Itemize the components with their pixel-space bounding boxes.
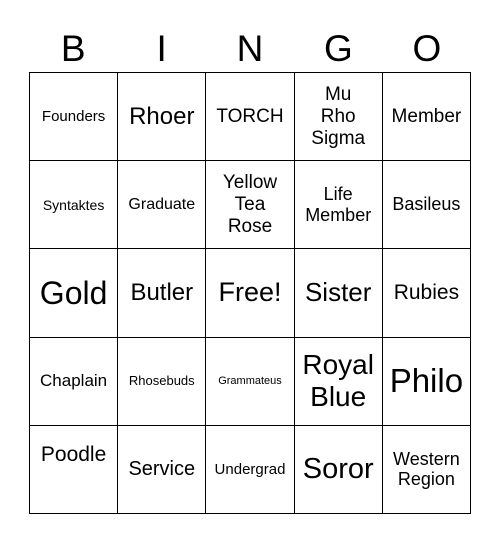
bingo-cell-text: Service bbox=[128, 457, 196, 480]
bingo-cell[interactable]: Western Region bbox=[382, 425, 471, 514]
bingo-cell[interactable]: Rhoer bbox=[118, 73, 207, 162]
bingo-cell[interactable]: Member bbox=[382, 73, 471, 162]
bingo-cell[interactable]: Butler bbox=[118, 249, 207, 338]
bingo-cell-text: Western Region bbox=[393, 448, 460, 490]
bingo-cell-text: Member bbox=[391, 105, 462, 127]
bingo-cell-text: Free! bbox=[218, 277, 282, 308]
bingo-cell[interactable]: Soror bbox=[294, 425, 383, 514]
bingo-cell[interactable]: Royal Blue bbox=[294, 337, 383, 426]
bingo-cell-text: Graduate bbox=[128, 195, 196, 213]
bingo-cell-text: Life Member bbox=[305, 184, 372, 225]
bingo-cell-text: Chaplain bbox=[40, 371, 108, 391]
bingo-cell[interactable]: Mu Rho Sigma bbox=[294, 73, 383, 162]
header-letter-n: N bbox=[236, 28, 264, 69]
bingo-cell-text: TORCH bbox=[216, 105, 284, 127]
bingo-cell[interactable]: Syntaktes bbox=[30, 161, 119, 250]
bingo-cell[interactable]: Grammateus bbox=[206, 337, 295, 426]
bingo-cell-text: Basileus bbox=[392, 194, 461, 215]
bingo-cell-text: Rhoer bbox=[129, 102, 195, 130]
header-letter-i: I bbox=[156, 28, 167, 69]
bingo-cell[interactable]: Service bbox=[118, 425, 207, 514]
bingo-cell-text: Rubies bbox=[393, 280, 460, 304]
bingo-cell[interactable]: Gold bbox=[30, 249, 119, 338]
bingo-cell-text: Soror bbox=[302, 452, 374, 485]
free-space-cell[interactable]: Free! bbox=[206, 249, 295, 338]
bingo-cell-text: Royal Blue bbox=[302, 349, 374, 413]
bingo-cell[interactable]: Poodle bbox=[30, 425, 119, 514]
bingo-cell[interactable]: Undergrad bbox=[206, 425, 295, 514]
bingo-cell-text: Gold bbox=[39, 274, 108, 311]
bingo-cell[interactable]: Life Member bbox=[294, 161, 383, 250]
bingo-cell[interactable]: Chaplain bbox=[30, 337, 119, 426]
bingo-cell[interactable]: Sister bbox=[294, 249, 383, 338]
bingo-cell-text: Founders bbox=[41, 107, 106, 125]
bingo-cell[interactable]: Graduate bbox=[118, 161, 207, 250]
bingo-cell[interactable]: Yellow Tea Rose bbox=[206, 161, 295, 250]
bingo-cell-text: Philo bbox=[389, 362, 464, 400]
bingo-cell[interactable]: Philo bbox=[382, 337, 471, 426]
bingo-cell[interactable]: Rhosebuds bbox=[118, 337, 207, 426]
bingo-cell[interactable]: Rubies bbox=[382, 249, 471, 338]
bingo-cell-text: Undergrad bbox=[214, 460, 286, 478]
bingo-cell[interactable]: Basileus bbox=[382, 161, 471, 250]
bingo-card-grid: Founders Rhoer TORCH Mu Rho Sigma Member Syntak… bbox=[29, 72, 471, 514]
bingo-header: B I N G O bbox=[29, 26, 471, 72]
bingo-cell-text: Sister bbox=[304, 277, 372, 308]
bingo-cell-text: Rhosebuds bbox=[128, 372, 195, 388]
bingo-cell-text: Yellow Tea Rose bbox=[222, 172, 278, 237]
bingo-cell-text: Mu Rho Sigma bbox=[311, 83, 366, 149]
bingo-cell[interactable]: Founders bbox=[30, 73, 119, 162]
bingo-cell-text: Poodle bbox=[40, 442, 107, 466]
bingo-cell-text: Syntaktes bbox=[42, 196, 105, 213]
bingo-cell-text: Grammateus bbox=[218, 374, 282, 387]
bingo-cell-text: Butler bbox=[130, 279, 194, 307]
header-letter-g: G bbox=[324, 28, 353, 69]
bingo-cell[interactable]: TORCH bbox=[206, 73, 295, 162]
header-letter-o: O bbox=[412, 28, 442, 69]
header-letter-b: B bbox=[60, 28, 86, 69]
